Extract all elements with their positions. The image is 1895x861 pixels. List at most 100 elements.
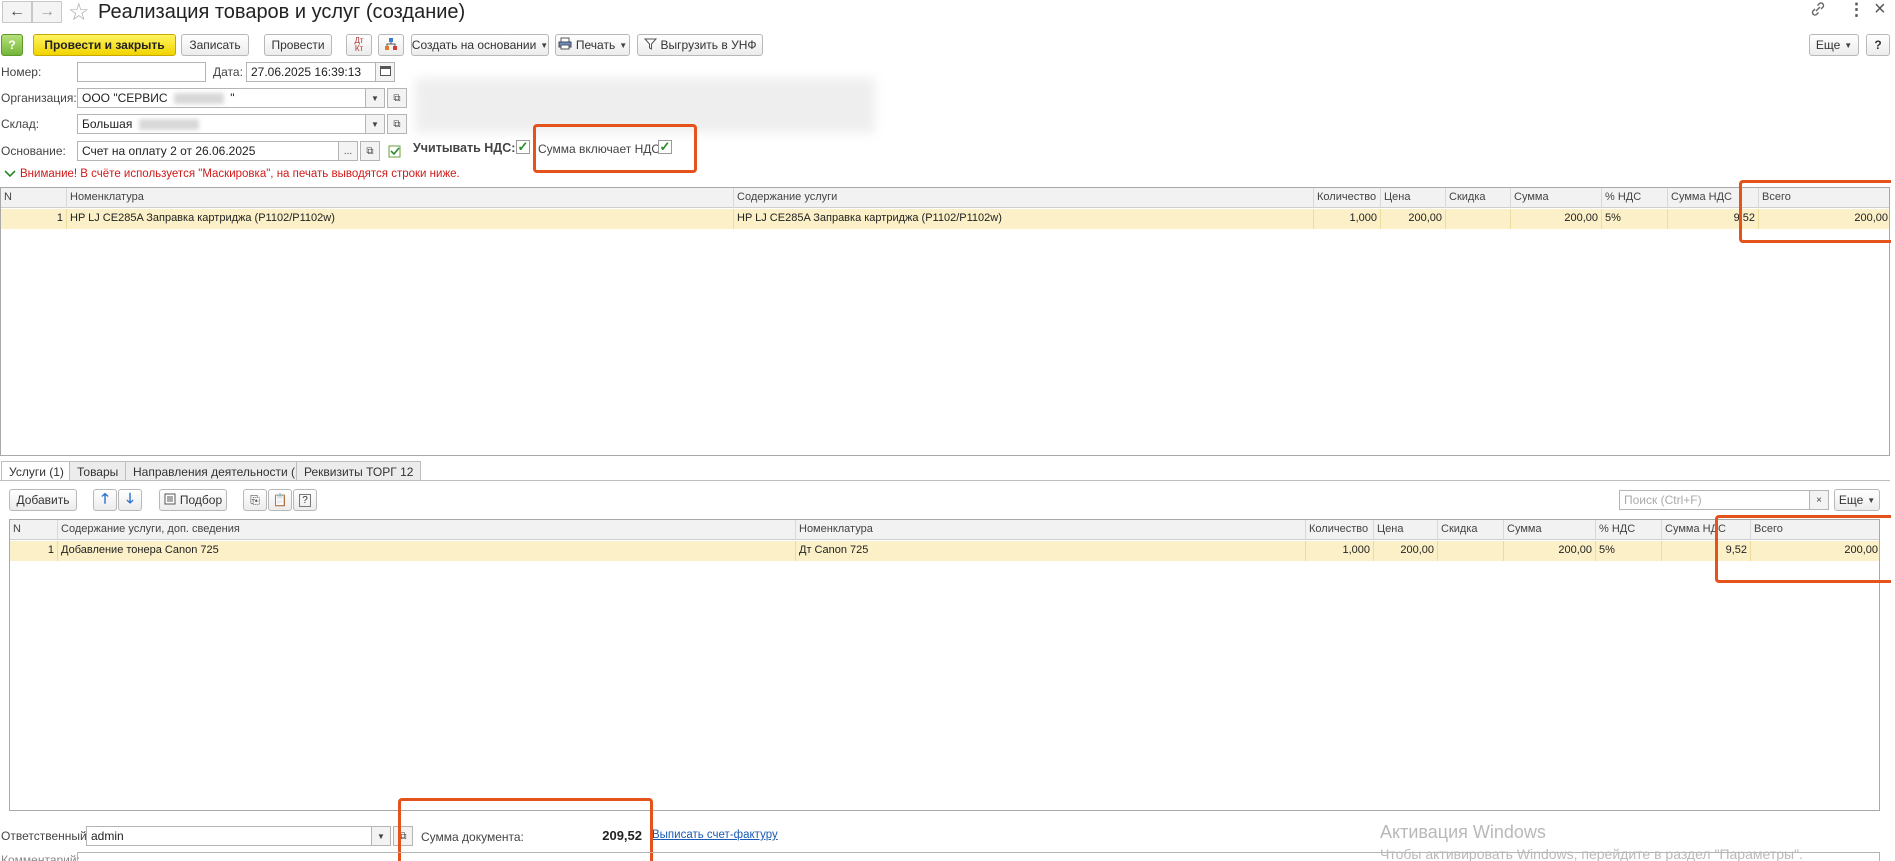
cell[interactable]: 200,00 — [1511, 209, 1602, 229]
column-header[interactable]: Сумма — [1504, 520, 1596, 540]
column-header[interactable]: Скидка — [1438, 520, 1504, 540]
structure-icon — [384, 37, 398, 54]
table-row[interactable]: 1 Добавление тонера Canon 725 Дт Canon 7… — [10, 541, 1879, 561]
column-header[interactable]: Скидка — [1446, 188, 1511, 208]
column-header[interactable]: Номенклатура — [67, 188, 734, 208]
vat-checkbox[interactable]: ✓ — [516, 140, 530, 154]
cell[interactable]: 1 — [10, 541, 58, 561]
number-input[interactable] — [77, 62, 206, 82]
basis-select-button[interactable]: ... — [338, 141, 358, 161]
vat-label: Учитывать НДС: — [413, 141, 516, 155]
create-based-on-label: Создать на основании — [411, 38, 537, 52]
create-based-on-button[interactable]: Создать на основании ▼ — [411, 34, 549, 56]
cell[interactable]: Дт Canon 725 — [796, 541, 1306, 561]
cell[interactable]: 1 — [1, 209, 67, 229]
warehouse-open-button[interactable]: ⧉ — [387, 114, 407, 134]
column-header[interactable]: Цена — [1381, 188, 1446, 208]
search-input[interactable]: Поиск (Ctrl+F) — [1619, 490, 1810, 510]
help-button[interactable]: ? — [1866, 34, 1890, 56]
print-lines-table[interactable]: N Номенклатура Содержание услуги Количес… — [0, 187, 1890, 456]
caret-down-icon: ▼ — [540, 40, 549, 50]
cell[interactable]: HP LJ CE285A Заправка картриджа (P1102/P… — [67, 209, 734, 229]
structure-button[interactable] — [378, 34, 404, 56]
warehouse-label: Склад: — [1, 117, 40, 131]
column-header[interactable]: Сумма — [1511, 188, 1602, 208]
responsible-dropdown-button[interactable]: ▼ — [371, 826, 391, 846]
caret-down-icon: ▼ — [371, 93, 379, 103]
cell[interactable] — [1438, 541, 1504, 561]
link-icon[interactable] — [1810, 1, 1826, 22]
search-clear-button[interactable]: × — [1809, 490, 1829, 510]
close-icon[interactable]: × — [1874, 0, 1886, 21]
organization-value: ООО "СЕРВИС — [82, 91, 168, 105]
column-header[interactable]: % НДС — [1596, 520, 1662, 540]
cell[interactable]: 1,000 — [1314, 209, 1381, 229]
export-unf-button[interactable]: Выгрузить в УНФ — [637, 34, 763, 56]
warehouse-input[interactable]: Большая — [77, 114, 366, 134]
save-button[interactable]: Записать — [181, 34, 249, 56]
paste-special-button[interactable]: ? — [293, 489, 317, 511]
date-input[interactable]: 27.06.2025 16:39:13 — [246, 62, 376, 82]
activation-watermark-subtitle: Чтобы активировать Windows, перейдите в … — [1380, 846, 1803, 861]
favorite-star-icon[interactable]: ☆ — [68, 0, 90, 27]
organization-open-button[interactable]: ⧉ — [387, 88, 407, 108]
table-row[interactable]: 1 HP LJ CE285A Заправка картриджа (P1102… — [1, 209, 1889, 229]
help-green-button[interactable]: ? — [1, 34, 23, 56]
responsible-label: Ответственный: — [1, 829, 91, 843]
column-header[interactable]: N — [10, 520, 58, 540]
back-button[interactable]: ← — [2, 1, 32, 23]
column-header[interactable]: Количество — [1314, 188, 1381, 208]
more-button[interactable]: Еще ▼ — [1809, 34, 1859, 56]
cell[interactable]: 1,000 — [1306, 541, 1374, 561]
column-header[interactable]: % НДС — [1602, 188, 1668, 208]
paste-icon: 📋 — [272, 493, 288, 507]
table-header: N Содержание услуги, доп. сведения Номен… — [10, 520, 1879, 540]
move-up-button[interactable]: 🡑 — [93, 489, 117, 511]
calendar-button[interactable] — [375, 62, 395, 82]
warehouse-dropdown-button[interactable]: ▼ — [365, 114, 385, 134]
tab-more-button[interactable]: Еще ▼ — [1834, 489, 1880, 511]
pick-button[interactable]: Подбор — [159, 489, 227, 511]
tab-goods[interactable]: Товары — [69, 461, 127, 481]
responsible-input[interactable]: admin — [86, 826, 372, 846]
move-down-button[interactable]: 🡓 — [118, 489, 142, 511]
services-table[interactable]: N Содержание услуги, доп. сведения Номен… — [9, 519, 1880, 811]
tab-services[interactable]: Услуги (1) — [1, 461, 72, 481]
more-vertical-icon[interactable]: ⋮ — [1848, 0, 1865, 20]
organization-input[interactable]: ООО "СЕРВИС " — [77, 88, 366, 108]
cell[interactable]: HP LJ CE285A Заправка картриджа (P1102/P… — [734, 209, 1314, 229]
post-button[interactable]: Провести — [264, 34, 332, 56]
chevron-down-icon[interactable] — [4, 168, 16, 182]
paste-button[interactable]: 📋 — [268, 489, 292, 511]
basis-input[interactable]: Счет на оплату 2 от 26.06.2025 — [77, 141, 339, 161]
question-doc-icon: ? — [299, 493, 311, 507]
column-header[interactable]: Содержание услуги — [734, 188, 1314, 208]
cell[interactable]: 200,00 — [1374, 541, 1438, 561]
fill-from-basis-icon[interactable] — [386, 142, 404, 163]
column-header[interactable]: N — [1, 188, 67, 208]
organization-dropdown-button[interactable]: ▼ — [365, 88, 385, 108]
forward-button[interactable]: → — [32, 1, 62, 23]
create-invoice-link[interactable]: Выписать счет-фактуру — [652, 829, 778, 841]
column-header[interactable]: Номенклатура — [796, 520, 1306, 540]
cell[interactable]: 5% — [1596, 541, 1662, 561]
tab-torg12[interactable]: Реквизиты ТОРГ 12 — [296, 461, 422, 481]
cell[interactable]: Добавление тонера Canon 725 — [58, 541, 796, 561]
column-header[interactable]: Содержание услуги, доп. сведения — [58, 520, 796, 540]
post-and-close-button[interactable]: Провести и закрыть — [33, 34, 176, 56]
copy-button[interactable]: ⎘ — [243, 489, 267, 511]
print-button[interactable]: Печать ▼ — [555, 34, 630, 56]
window-title: Реализация товаров и услуг (создание) — [98, 1, 466, 23]
tab-activity-directions[interactable]: Направления деятельности (1) — [125, 461, 314, 481]
cell[interactable]: 5% — [1602, 209, 1668, 229]
column-header[interactable]: Количество — [1306, 520, 1374, 540]
highlight-total-1 — [1739, 180, 1891, 243]
masking-warning: Внимание! В счёте используется "Маскиров… — [20, 168, 460, 180]
column-header[interactable]: Цена — [1374, 520, 1438, 540]
basis-open-button[interactable]: ⧉ — [360, 141, 380, 161]
cell[interactable]: 200,00 — [1504, 541, 1596, 561]
add-button[interactable]: Добавить — [9, 489, 77, 511]
cell[interactable]: 200,00 — [1381, 209, 1446, 229]
cell[interactable] — [1446, 209, 1511, 229]
dt-kt-button[interactable]: Дт Кт — [346, 34, 372, 56]
